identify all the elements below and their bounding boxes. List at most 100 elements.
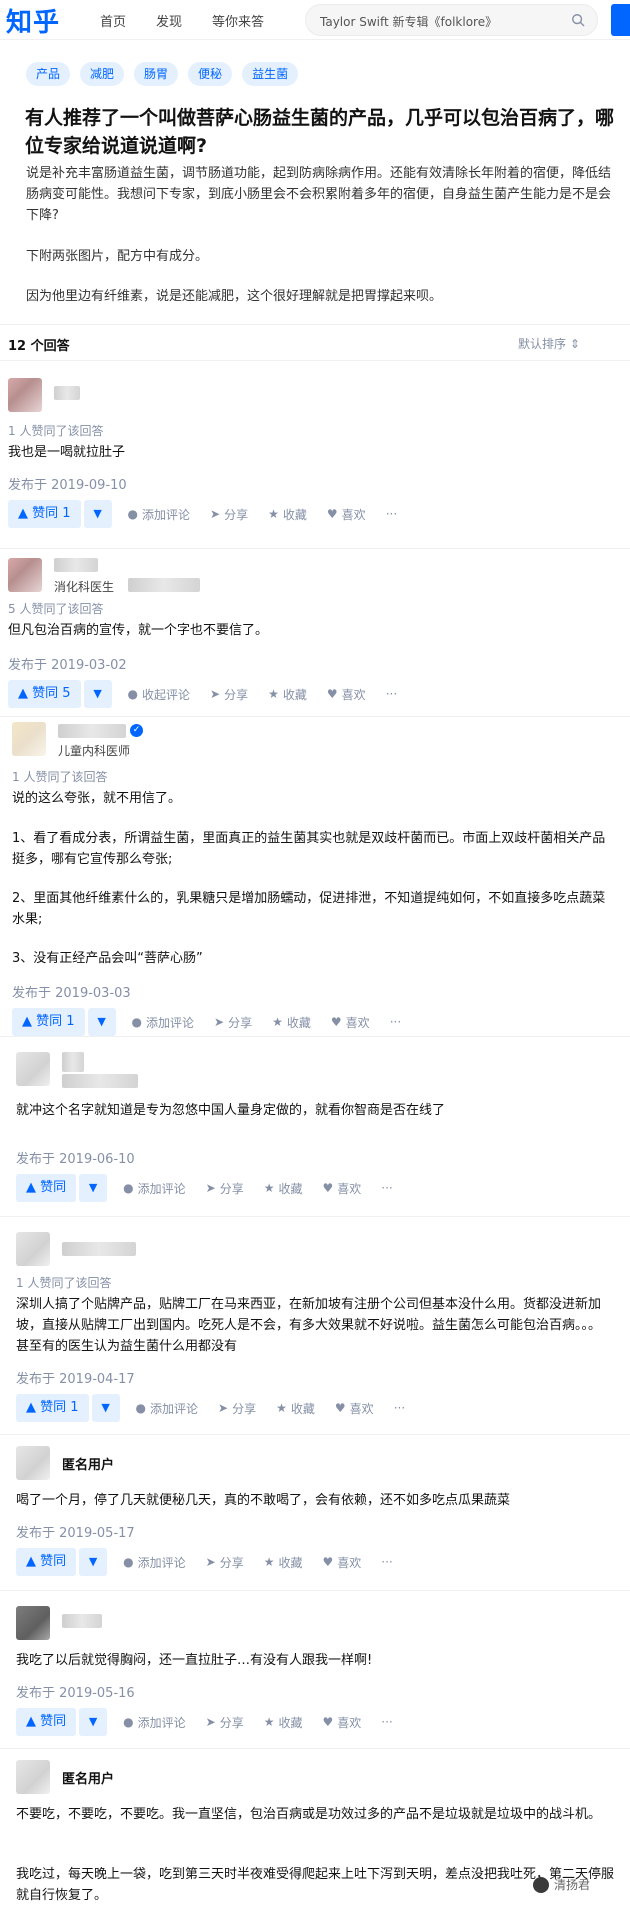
- publish-date[interactable]: 发布于 2019-03-03: [12, 982, 131, 1001]
- author-name-blurred[interactable]: [58, 724, 126, 738]
- topic-tag[interactable]: 便秘: [188, 62, 233, 86]
- share-label: 分享: [224, 687, 249, 702]
- nav-home[interactable]: 首页: [100, 11, 126, 30]
- like-label: 喜欢: [349, 1401, 374, 1416]
- comment-icon: ●: [135, 1401, 147, 1415]
- downvote-button[interactable]: ▼: [79, 1708, 108, 1736]
- like-button[interactable]: ♥ 喜欢: [335, 1400, 374, 1417]
- share-button[interactable]: ➤ 分享: [218, 1400, 256, 1417]
- avatar[interactable]: [16, 1606, 50, 1640]
- publish-date[interactable]: 发布于 2019-09-10: [8, 474, 127, 493]
- topic-tag[interactable]: 产品: [26, 62, 71, 86]
- publish-date[interactable]: 发布于 2019-04-17: [16, 1368, 135, 1387]
- topic-tag[interactable]: 肠胃: [134, 62, 179, 86]
- nav-explore[interactable]: 发现: [156, 11, 182, 30]
- collect-button[interactable]: ★ 收藏: [264, 1714, 303, 1731]
- like-button[interactable]: ♥ 喜欢: [331, 1014, 370, 1031]
- share-button[interactable]: ➤ 分享: [206, 1554, 244, 1571]
- collect-button[interactable]: ★ 收藏: [268, 686, 307, 703]
- publish-date[interactable]: 发布于 2019-06-10: [16, 1148, 135, 1167]
- topic-tag[interactable]: 益生菌: [242, 62, 299, 86]
- avatar[interactable]: [8, 558, 42, 592]
- share-icon: ➤: [214, 1015, 225, 1029]
- more-button[interactable]: ···: [386, 687, 397, 701]
- publish-date[interactable]: 发布于 2019-03-02: [8, 654, 127, 673]
- comment-button[interactable]: ● 添加评论: [123, 1180, 186, 1197]
- author-name-blurred[interactable]: [62, 1052, 84, 1072]
- more-button[interactable]: ···: [381, 1555, 392, 1569]
- more-button[interactable]: ···: [381, 1181, 392, 1195]
- downvote-button[interactable]: ▼: [79, 1174, 108, 1202]
- publish-date[interactable]: 发布于 2019-05-16: [16, 1682, 135, 1701]
- collect-label: 收藏: [286, 1015, 311, 1030]
- upvote-button[interactable]: ▲ 赞同 1: [8, 500, 81, 528]
- more-button[interactable]: ···: [390, 1015, 401, 1029]
- publish-date[interactable]: 发布于 2019-05-17: [16, 1522, 135, 1541]
- nav-waiting[interactable]: 等你来答: [212, 11, 264, 30]
- collect-button[interactable]: ★ 收藏: [268, 506, 307, 523]
- comment-button[interactable]: ● 添加评论: [136, 1400, 199, 1417]
- avatar[interactable]: [12, 722, 46, 756]
- author-name-blurred[interactable]: [62, 1242, 136, 1256]
- more-button[interactable]: ···: [394, 1401, 405, 1415]
- author-name-blurred[interactable]: [62, 1614, 102, 1628]
- upvote-button[interactable]: ▲ 赞同 5: [8, 680, 81, 708]
- like-button[interactable]: ♥ 喜欢: [327, 686, 366, 703]
- topic-tag[interactable]: 减肥: [80, 62, 125, 86]
- downvote-button[interactable]: ▼: [87, 1008, 116, 1036]
- downvote-button[interactable]: ▼: [83, 680, 112, 708]
- downvote-button[interactable]: ▼: [79, 1548, 108, 1576]
- zhihu-logo[interactable]: 知乎: [6, 2, 60, 39]
- search-input[interactable]: Taylor Swift 新专辑《folklore》: [305, 4, 598, 36]
- avatar[interactable]: [16, 1232, 50, 1266]
- avatar[interactable]: [8, 378, 42, 412]
- collect-button[interactable]: ★ 收藏: [264, 1180, 303, 1197]
- downvote-button[interactable]: ▼: [83, 500, 112, 528]
- collect-button[interactable]: ★ 收藏: [264, 1554, 303, 1571]
- question-title: 有人推荐了一个叫做菩萨心肠益生菌的产品，几乎可以包治百病了，哪位专家给说道说道啊…: [25, 107, 615, 157]
- author-name-blurred[interactable]: [54, 386, 80, 400]
- author-name: 匿名用户: [62, 1458, 115, 1473]
- share-button[interactable]: ➤ 分享: [206, 1180, 244, 1197]
- share-button[interactable]: ➤ 分享: [210, 506, 248, 523]
- avatar[interactable]: [16, 1052, 50, 1086]
- comment-button[interactable]: ● 收起评论: [128, 686, 191, 703]
- comment-button[interactable]: ● 添加评论: [123, 1554, 186, 1571]
- search-icon[interactable]: [571, 13, 585, 27]
- comment-icon: ●: [123, 1555, 134, 1569]
- comment-button[interactable]: ● 添加评论: [132, 1014, 195, 1031]
- upvote-button[interactable]: ▲ 赞同 1: [12, 1008, 85, 1036]
- like-button[interactable]: ♥ 喜欢: [327, 506, 366, 523]
- like-button[interactable]: ♥ 喜欢: [323, 1714, 362, 1731]
- author-name-blurred[interactable]: [54, 558, 98, 572]
- answer-actions: ▲ 赞同 5 ▼ ● 收起评论 ➤ 分享 ★ 收藏 ♥ 喜欢 ···: [8, 680, 417, 708]
- comment-label: 收起评论: [142, 687, 191, 702]
- comment-button[interactable]: ● 添加评论: [123, 1714, 186, 1731]
- upvote-button[interactable]: ▲ 赞同: [16, 1174, 77, 1202]
- collect-button[interactable]: ★ 收藏: [272, 1014, 311, 1031]
- upvote-button[interactable]: ▲ 赞同: [16, 1708, 77, 1736]
- star-icon: ★: [268, 507, 279, 521]
- more-button[interactable]: ···: [386, 507, 397, 521]
- more-button[interactable]: ···: [381, 1715, 392, 1729]
- share-button[interactable]: ➤ 分享: [210, 686, 248, 703]
- like-button[interactable]: ♥ 喜欢: [323, 1554, 362, 1571]
- share-label: 分享: [232, 1401, 257, 1416]
- downvote-button[interactable]: ▼: [91, 1394, 120, 1422]
- collect-button[interactable]: ★ 收藏: [276, 1400, 315, 1417]
- like-button[interactable]: ♥ 喜欢: [323, 1180, 362, 1197]
- share-button[interactable]: ➤ 分享: [214, 1014, 252, 1031]
- answer-text: 我吃了以后就觉得胸闷，还一直拉肚子…有没有人跟我一样啊!: [16, 1653, 373, 1668]
- avatar: [16, 1446, 50, 1480]
- comment-button[interactable]: ● 添加评论: [128, 506, 191, 523]
- upvote-button[interactable]: ▲ 赞同 1: [16, 1394, 89, 1422]
- upvote-summary: 1 人赞同了该回答: [8, 424, 104, 438]
- upvote-button[interactable]: ▲ 赞同: [16, 1548, 77, 1576]
- sort-label: 默认排序: [518, 337, 567, 351]
- upvote-summary: 1 人赞同了该回答: [12, 770, 108, 784]
- sort-dropdown[interactable]: 默认排序 ⇕: [518, 335, 580, 352]
- share-button[interactable]: ➤ 分享: [206, 1714, 244, 1731]
- share-icon: ➤: [205, 1715, 216, 1729]
- ask-question-button[interactable]: [611, 4, 630, 36]
- answer-text: 喝了一个月，停了几天就便秘几天，真的不敢喝了，会有依赖，还不如多吃点瓜果蔬菜: [16, 1493, 511, 1508]
